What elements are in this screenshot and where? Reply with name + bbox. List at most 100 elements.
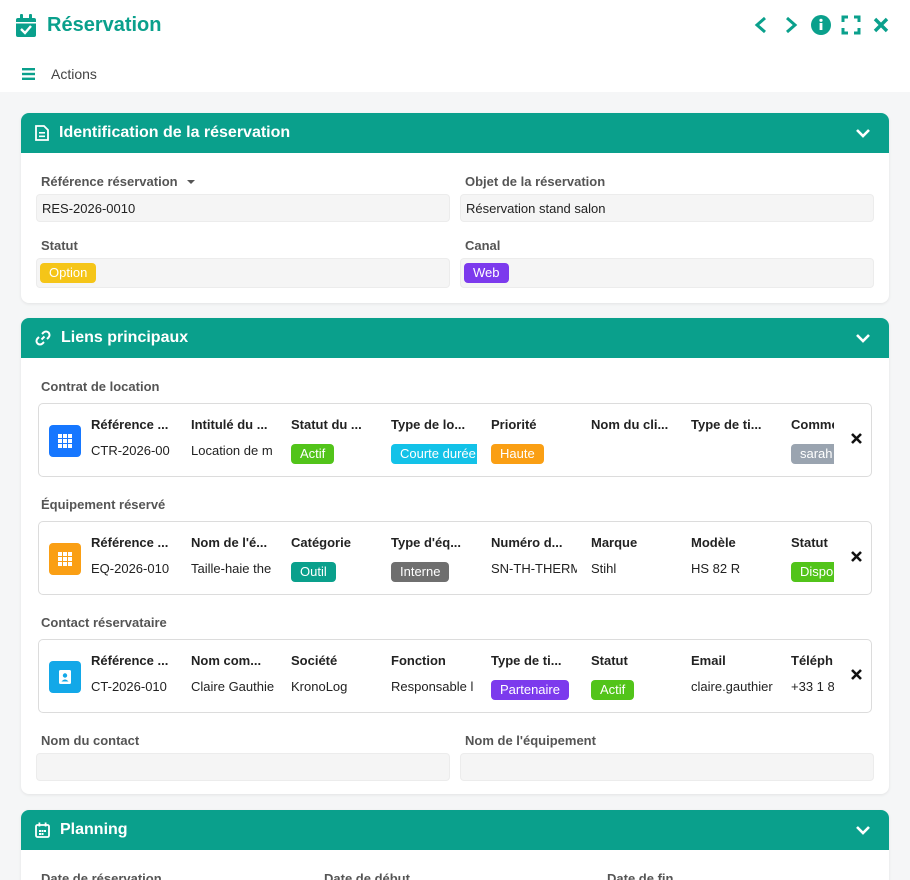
column-value: CT-2026-010 xyxy=(91,679,167,694)
column-header: Statut du ... xyxy=(291,417,362,432)
equipement-card[interactable]: Référence ... EQ-2026-010 Nom de l'é... Tai… xyxy=(38,521,872,595)
link-column: Statut Dispo xyxy=(791,522,834,594)
section-identification-header[interactable]: Identification de la réservation xyxy=(21,113,889,153)
column-header: Nom du cli... xyxy=(591,417,669,432)
nom-contact-label: Nom du contact xyxy=(41,733,140,748)
info-icon[interactable] xyxy=(810,14,832,36)
caret-down-icon[interactable] xyxy=(186,178,196,186)
link-column: Société KronoLog xyxy=(291,640,391,712)
ref-reservation-field[interactable]: RES-2026-0010 xyxy=(36,194,450,222)
link-icon xyxy=(35,330,51,346)
chevron-right-icon[interactable] xyxy=(780,14,802,36)
column-value: HS 82 R xyxy=(691,561,741,576)
column-value: +33 1 8 xyxy=(791,679,834,694)
column-badge: Courte durée xyxy=(391,444,477,464)
contact-card[interactable]: Référence ... CT-2026-010 Nom com... Claire… xyxy=(38,639,872,713)
column-header: Nom com... xyxy=(191,653,262,668)
column-value: claire.gauthier xyxy=(691,679,773,694)
link-column: Modèle HS 82 R xyxy=(691,522,791,594)
link-column: Type d'éq... Interne xyxy=(391,522,491,594)
column-header: Statut xyxy=(591,653,628,668)
remove-contrat-icon[interactable] xyxy=(850,432,863,445)
link-column: Référence ... CT-2026-010 xyxy=(91,640,191,712)
column-header: Référence ... xyxy=(91,417,169,432)
link-column: Marque Stihl xyxy=(591,522,691,594)
link-column: Priorité Haute xyxy=(491,404,591,476)
column-header: Type d'éq... xyxy=(391,535,462,550)
column-badge: Actif xyxy=(591,680,635,700)
close-icon[interactable] xyxy=(870,14,892,36)
nom-contact-field[interactable] xyxy=(36,753,450,781)
column-header: Numéro d... xyxy=(491,535,563,550)
link-column: Numéro d... SN-TH-THERM xyxy=(491,522,591,594)
column-value: Location de m xyxy=(191,443,273,458)
link-column: Comme sarah xyxy=(791,404,834,476)
contact-label: Contact réservataire xyxy=(41,615,167,630)
reservation-window: Réservation Actions Identification de la… xyxy=(0,0,910,880)
objet-reservation-field[interactable]: Réservation stand salon xyxy=(460,194,874,222)
contact-columns: Référence ... CT-2026-010 Nom com... Claire… xyxy=(91,640,834,712)
chevron-down-icon[interactable] xyxy=(855,330,871,346)
column-badge: Dispo xyxy=(791,562,834,582)
page-title: Réservation xyxy=(47,14,162,36)
contrat-columns: Référence ... CTR-2026-00 Intitulé du ... L… xyxy=(91,404,834,476)
link-column: Statut du ... Actif xyxy=(291,404,391,476)
actions-menu[interactable]: Actions xyxy=(22,66,97,82)
contact-card-icon xyxy=(49,661,81,693)
column-header: Type de lo... xyxy=(391,417,466,432)
link-column: Intitulé du ... Location de m xyxy=(191,404,291,476)
column-header: Type de ti... xyxy=(491,653,562,668)
column-header: Téléph xyxy=(791,653,833,668)
section-planning-title: Planning xyxy=(60,821,128,838)
column-badge: Actif xyxy=(291,444,335,464)
statut-field[interactable]: Option xyxy=(36,258,450,288)
contrat-label: Contrat de location xyxy=(41,379,160,394)
section-planning-header[interactable]: Planning xyxy=(21,810,889,850)
column-header: Priorité xyxy=(491,417,537,432)
chevron-left-icon[interactable] xyxy=(750,14,772,36)
chevron-down-icon[interactable] xyxy=(855,822,871,838)
link-column: Catégorie Outil xyxy=(291,522,391,594)
expand-icon[interactable] xyxy=(840,14,862,36)
document-icon xyxy=(35,125,49,141)
actions-label[interactable]: Actions xyxy=(51,66,97,82)
section-liens: Liens principaux Contrat de location Réf… xyxy=(21,318,889,794)
hamburger-icon[interactable] xyxy=(22,68,35,80)
column-header: Modèle xyxy=(691,535,736,550)
link-column: Référence ... CTR-2026-00 xyxy=(91,404,191,476)
column-header: Marque xyxy=(591,535,638,550)
contrat-card[interactable]: Référence ... CTR-2026-00 Intitulé du ... L… xyxy=(38,403,872,477)
top-bar: Réservation Actions xyxy=(0,0,910,92)
link-column: Email claire.gauthier xyxy=(691,640,791,712)
column-header: Intitulé du ... xyxy=(191,417,268,432)
chevron-down-icon[interactable] xyxy=(855,125,871,141)
column-header: Fonction xyxy=(391,653,446,668)
remove-equipement-icon[interactable] xyxy=(850,550,863,563)
link-column: Nom de l'é... Taille-haie the xyxy=(191,522,291,594)
column-value: Claire Gauthie xyxy=(191,679,275,694)
calendar-check-icon xyxy=(16,14,36,37)
column-value: KronoLog xyxy=(291,679,348,694)
nom-equipement-label: Nom de l'équipement xyxy=(465,733,596,748)
column-header: Type de ti... xyxy=(691,417,762,432)
nom-equipement-field[interactable] xyxy=(460,753,874,781)
section-liens-title: Liens principaux xyxy=(61,329,189,346)
equipement-label: Équipement réservé xyxy=(41,497,166,512)
column-header: Comme xyxy=(791,417,834,432)
section-liens-header[interactable]: Liens principaux xyxy=(21,318,889,358)
column-header: Nom de l'é... xyxy=(191,535,268,550)
date-fin-label: Date de fin xyxy=(607,871,674,880)
statut-badge: Option xyxy=(40,263,97,283)
canal-field[interactable]: Web xyxy=(460,258,874,288)
objet-reservation-label: Objet de la réservation xyxy=(465,174,606,189)
remove-contact-icon[interactable] xyxy=(850,668,863,681)
canal-label: Canal xyxy=(465,238,501,253)
link-column: Type de lo... Courte durée xyxy=(391,404,491,476)
date-debut-label: Date de début xyxy=(324,871,410,880)
statut-label: Statut xyxy=(41,238,78,253)
ref-reservation-label[interactable]: Référence réservation xyxy=(41,174,196,189)
column-badge: Partenaire xyxy=(491,680,569,700)
link-column: Type de ti... xyxy=(691,404,791,476)
link-column: Fonction Responsable l xyxy=(391,640,491,712)
column-value: Taille-haie the xyxy=(191,561,272,576)
